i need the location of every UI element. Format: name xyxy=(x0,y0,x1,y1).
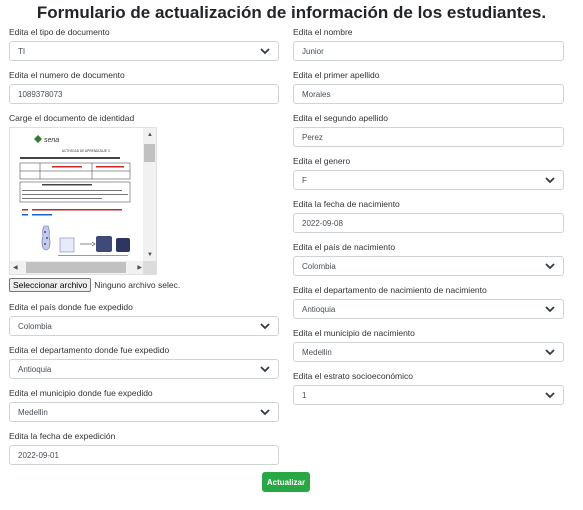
preview-vertical-scrollbar[interactable]: ▲ ▼ xyxy=(143,128,156,262)
scroll-right-icon[interactable]: ▶ xyxy=(137,264,142,272)
last-name-1-value: Morales xyxy=(302,89,331,99)
issue-country-label: Edita el país donde fue expedido xyxy=(9,302,133,312)
document-page-image: sena ACTIVIDAD DE APRENDIZAJE 3 xyxy=(12,130,142,260)
birth-country-value: Colombia xyxy=(302,261,336,271)
birth-date-input[interactable]: 2022-09-08 xyxy=(293,213,564,233)
horizontal-scroll-thumb[interactable] xyxy=(26,262,126,273)
chevron-down-icon xyxy=(545,390,555,400)
issue-municipality-label: Edita el municipio donde fue expedido xyxy=(9,388,153,398)
chevron-down-icon xyxy=(545,175,555,185)
scroll-down-icon[interactable]: ▼ xyxy=(147,251,153,259)
scroll-up-icon[interactable]: ▲ xyxy=(147,131,153,139)
file-status-text: Ninguno archivo selec. xyxy=(94,280,181,290)
birth-country-label: Edita el país de nacimiento xyxy=(293,242,396,252)
issue-country-select[interactable]: Colombia xyxy=(9,316,279,336)
issue-date-value: 2022-09-01 xyxy=(18,450,59,460)
document-preview[interactable]: sena ACTIVIDAD DE APRENDIZAJE 3 ▲ ▼ ◀ ▶ xyxy=(9,127,157,275)
gender-value: F xyxy=(302,175,307,185)
chevron-down-icon xyxy=(545,261,555,271)
doc-number-label: Edita el numero de documento xyxy=(9,70,125,80)
issue-department-value: Antioquia xyxy=(18,364,52,374)
preview-horizontal-scrollbar[interactable]: ◀ ▶ xyxy=(10,261,145,274)
socio-stratum-value: 1 xyxy=(302,390,307,400)
birth-department-value: Antioquia xyxy=(302,304,336,314)
chevron-down-icon xyxy=(545,304,555,314)
birth-date-value: 2022-09-08 xyxy=(302,218,343,228)
chevron-down-icon xyxy=(260,364,270,374)
first-name-value: Junior xyxy=(302,46,324,56)
birth-country-select[interactable]: Colombia xyxy=(293,256,564,276)
scroll-left-icon[interactable]: ◀ xyxy=(13,264,18,272)
last-name-2-label: Edita el segundo apellido xyxy=(293,113,388,123)
doc-upload-label: Carge el documento de identidad xyxy=(9,113,135,123)
doc-type-value: TI xyxy=(18,46,26,56)
chevron-down-icon xyxy=(260,46,270,56)
socio-stratum-label: Edita el estrato socioeconómico xyxy=(293,371,414,381)
birth-municipality-label: Edita el municipio de nacimiento xyxy=(293,328,415,338)
first-name-label: Edita el nombre xyxy=(293,27,353,37)
first-name-input[interactable]: Junior xyxy=(293,41,564,61)
issue-municipality-select[interactable]: Medellin xyxy=(9,402,279,422)
issue-municipality-value: Medellin xyxy=(18,407,48,417)
page-title: Formulario de actualización de informaci… xyxy=(36,3,547,22)
update-button[interactable]: Actualizar xyxy=(262,472,310,492)
chevron-down-icon xyxy=(260,407,270,417)
gender-select[interactable]: F xyxy=(293,170,564,190)
issue-date-input[interactable]: 2022-09-01 xyxy=(9,445,279,465)
issue-date-label: Edita la fecha de expedición xyxy=(9,431,116,441)
doc-type-label: Edita el tipo de documento xyxy=(9,27,110,37)
issue-department-label: Edita el departamento donde fue expedido xyxy=(9,345,170,355)
preview-logo-text: sena xyxy=(44,137,59,144)
birth-municipality-select[interactable]: Medellin xyxy=(293,342,564,362)
chevron-down-icon xyxy=(260,321,270,331)
vertical-scroll-thumb[interactable] xyxy=(144,144,155,162)
doc-type-select[interactable]: TI xyxy=(9,41,279,61)
file-input: Seleccionar archivo Ninguno archivo sele… xyxy=(9,278,180,292)
doc-number-input[interactable]: 1089378073 xyxy=(9,84,279,104)
issue-country-value: Colombia xyxy=(18,321,52,331)
scrollbar-corner xyxy=(143,261,156,274)
last-name-1-label: Edita el primer apellido xyxy=(293,70,380,80)
last-name-1-input[interactable]: Morales xyxy=(293,84,564,104)
birth-department-select[interactable]: Antioquia xyxy=(293,299,564,319)
last-name-2-value: Perez xyxy=(302,132,323,142)
chevron-down-icon xyxy=(545,347,555,357)
last-name-2-input[interactable]: Perez xyxy=(293,127,564,147)
socio-stratum-select[interactable]: 1 xyxy=(293,385,564,405)
preview-subtitle: ACTIVIDAD DE APRENDIZAJE 3 xyxy=(62,149,110,153)
birth-department-label: Edita el departamento de nacimiento de n… xyxy=(293,285,487,295)
issue-department-select[interactable]: Antioquia xyxy=(9,359,279,379)
birth-date-label: Edita la fecha de nacimiento xyxy=(293,199,400,209)
choose-file-button[interactable]: Seleccionar archivo xyxy=(9,278,92,292)
doc-number-value: 1089378073 xyxy=(18,89,63,99)
birth-municipality-value: Medellin xyxy=(302,347,332,357)
gender-label: Edita el genero xyxy=(293,156,351,166)
